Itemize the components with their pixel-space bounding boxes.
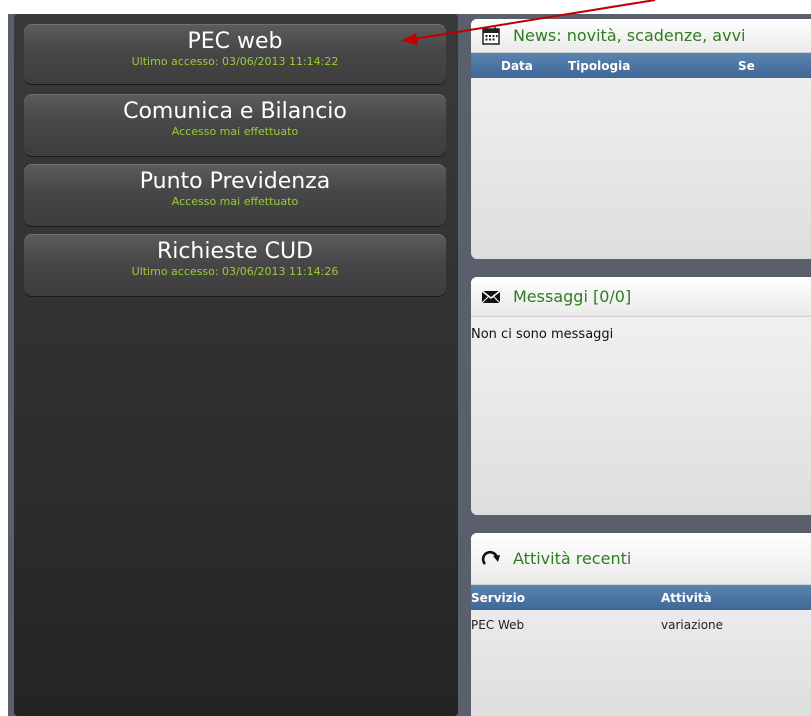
column-header-attivita[interactable]: Attività xyxy=(661,591,712,605)
table-cell-servizio: PEC Web xyxy=(471,618,525,632)
calendar-icon xyxy=(482,26,500,45)
column-header-tipologia[interactable]: Tipologia xyxy=(568,59,738,73)
recent-table-header: Servizio Attività xyxy=(471,585,811,610)
service-name: Punto Previdenza xyxy=(139,169,331,194)
service-access-info: Accesso mai effettuato xyxy=(171,195,299,208)
table-row[interactable]: PEC Web variazione xyxy=(471,610,811,640)
news-header: News: novità, scadenze, avvi xyxy=(471,19,811,53)
envelope-icon xyxy=(481,289,501,303)
news-title: News: novità, scadenze, avvi xyxy=(513,26,746,45)
messages-header: Messaggi [0/0] xyxy=(471,277,811,317)
service-access-info: Ultimo accesso: 03/06/2013 11:14:26 xyxy=(131,265,339,278)
service-access-info: Ultimo accesso: 03/06/2013 11:14:22 xyxy=(131,55,339,68)
recent-activities-panel: Attività recenti Servizio Attività PEC W… xyxy=(471,533,811,716)
service-name: Comunica e Bilancio xyxy=(123,99,347,124)
service-button-comunica-bilancio[interactable]: Comunica e Bilancio Accesso mai effettua… xyxy=(24,94,446,156)
column-header-servizio[interactable]: Se xyxy=(738,59,755,73)
service-button-pec-web[interactable]: PEC web Ultimo accesso: 03/06/2013 11:14… xyxy=(24,24,446,84)
service-button-richieste-cud[interactable]: Richieste CUD Ultimo accesso: 03/06/2013… xyxy=(24,234,446,296)
news-table-header: Data Tipologia Se xyxy=(471,53,811,78)
news-panel: News: novità, scadenze, avvi Data Tipolo… xyxy=(471,19,811,259)
service-name: PEC web xyxy=(187,29,283,54)
messages-panel: Messaggi [0/0] Non ci sono messaggi xyxy=(471,277,811,515)
column-header-data[interactable]: Data xyxy=(501,59,568,73)
services-sidebar: PEC web Ultimo accesso: 03/06/2013 11:14… xyxy=(14,14,458,716)
messages-title: Messaggi [0/0] xyxy=(513,287,632,306)
recent-activities-header: Attività recenti xyxy=(471,533,811,585)
column-header-servizio[interactable]: Servizio xyxy=(471,591,661,605)
news-table-body xyxy=(471,78,811,258)
recent-activities-title: Attività recenti xyxy=(513,549,632,568)
service-name: Richieste CUD xyxy=(156,239,314,264)
table-cell-attivita: variazione xyxy=(661,618,724,632)
messages-empty-text: Non ci sono messaggi xyxy=(471,327,614,342)
refresh-icon xyxy=(481,550,500,565)
service-access-info: Accesso mai effettuato xyxy=(171,125,299,138)
service-button-punto-previdenza[interactable]: Punto Previdenza Accesso mai effettuato xyxy=(24,164,446,226)
